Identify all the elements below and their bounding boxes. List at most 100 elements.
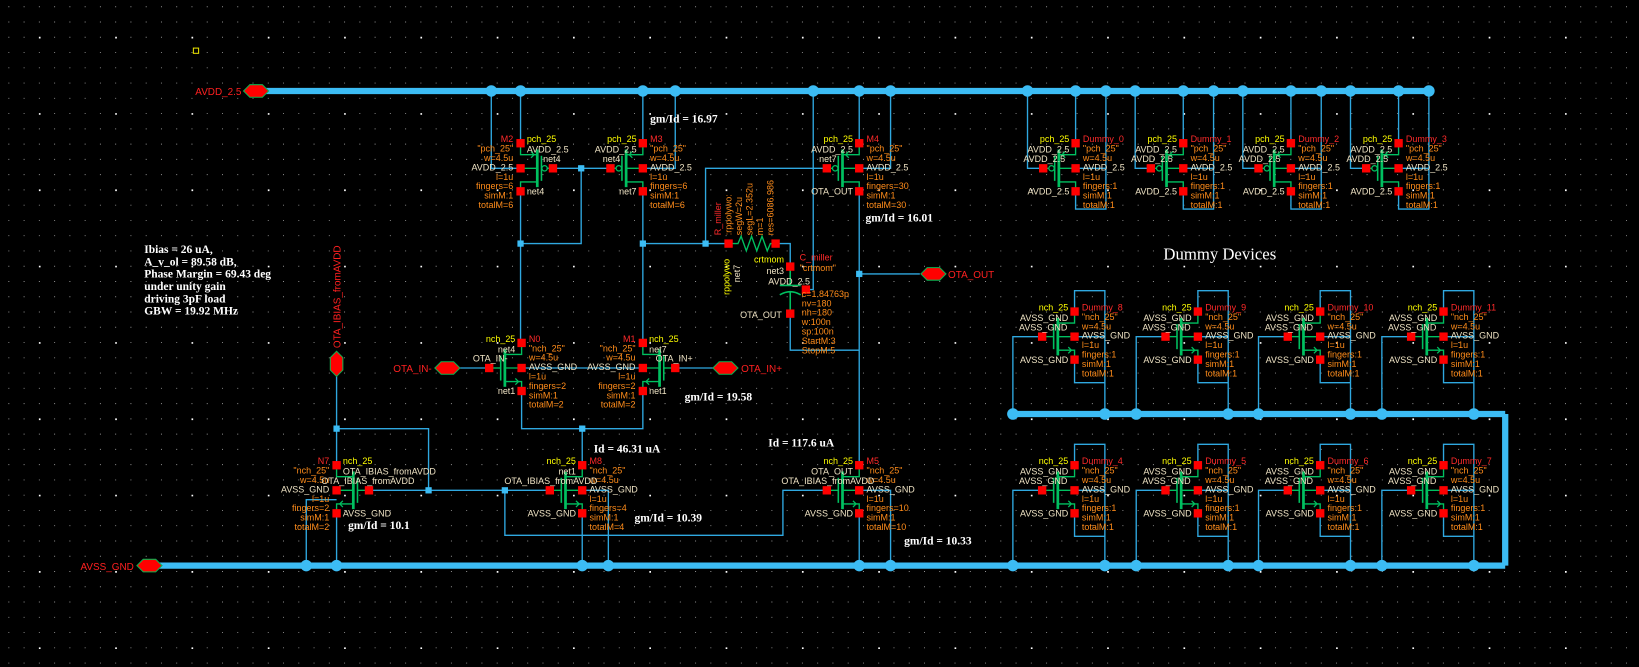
pin-square[interactable]	[1394, 139, 1403, 148]
pin-square[interactable]	[771, 239, 780, 248]
pin-square[interactable]	[1283, 486, 1292, 495]
pin-square[interactable]	[364, 486, 374, 495]
pin-square[interactable]	[638, 338, 648, 348]
pin-square[interactable]	[1161, 486, 1170, 495]
pin-square[interactable]	[855, 486, 864, 495]
pin-square[interactable]	[1439, 355, 1448, 364]
pin-square[interactable]	[1179, 139, 1188, 148]
pin-square[interactable]	[1070, 461, 1079, 470]
pin-square[interactable]	[822, 164, 831, 173]
wire[interactable]	[1257, 335, 1289, 414]
pin-square[interactable]	[606, 164, 615, 173]
pin-square[interactable]	[724, 239, 733, 248]
schematic-canvas[interactable]: M2"pch_25"w=4.5uAVDD_2.5l=1ufingers=6sim…	[0, 0, 1639, 667]
pin-square[interactable]	[485, 363, 494, 373]
wire[interactable]	[1012, 335, 1044, 414]
pin-square[interactable]	[1439, 332, 1448, 341]
pin-square[interactable]	[1071, 164, 1080, 173]
pin-square[interactable]	[1286, 187, 1296, 196]
pin-square[interactable]	[1406, 332, 1416, 341]
pin-ota-out[interactable]	[920, 267, 947, 281]
pin-square[interactable]	[855, 509, 864, 518]
pin-square[interactable]	[548, 164, 558, 173]
pin-square[interactable]	[1179, 164, 1188, 173]
pin-square[interactable]	[332, 486, 341, 495]
pin-square[interactable]	[638, 187, 648, 196]
pin-square[interactable]	[855, 461, 864, 470]
wire[interactable]	[1381, 335, 1413, 414]
pin-square[interactable]	[1362, 164, 1371, 173]
pin-square[interactable]	[1039, 164, 1048, 173]
pin-square[interactable]	[517, 338, 526, 348]
pin-square[interactable]	[1193, 486, 1203, 495]
pin-square[interactable]	[1316, 355, 1325, 364]
pin-square[interactable]	[855, 164, 864, 173]
pin-square[interactable]	[1439, 486, 1448, 495]
pin-square[interactable]	[1070, 332, 1079, 341]
pin-square[interactable]	[1193, 509, 1203, 518]
pin-square[interactable]	[1146, 164, 1156, 173]
pin-square[interactable]	[516, 187, 525, 196]
pin-square[interactable]	[578, 509, 587, 518]
pin-square[interactable]	[786, 309, 795, 318]
wire[interactable]	[1381, 489, 1413, 566]
pin-ota-in-plus[interactable]	[712, 361, 739, 375]
pin-square[interactable]	[332, 509, 341, 518]
pin-square[interactable]	[1394, 187, 1403, 196]
pin-square[interactable]	[638, 139, 648, 148]
pin-square[interactable]	[1037, 332, 1047, 341]
wire[interactable]	[1135, 335, 1167, 414]
pin-square[interactable]	[1161, 332, 1170, 341]
pin-square[interactable]	[1283, 332, 1292, 341]
resistor-r-miller[interactable]	[724, 234, 780, 253]
pin-square[interactable]	[1316, 486, 1325, 495]
wire[interactable]	[1012, 489, 1044, 566]
pin-square[interactable]	[638, 386, 648, 396]
pin-square[interactable]	[1070, 355, 1079, 364]
pin-square[interactable]	[638, 164, 648, 173]
pin-square[interactable]	[671, 363, 680, 373]
pin-square[interactable]	[1179, 187, 1188, 196]
pin-square[interactable]	[855, 187, 864, 196]
pin-square[interactable]	[1037, 486, 1047, 495]
pin-square[interactable]	[1071, 139, 1080, 148]
pin-square[interactable]	[1394, 164, 1403, 173]
pin-square[interactable]	[517, 386, 526, 396]
pin-square[interactable]	[822, 486, 831, 495]
pin-square[interactable]	[1070, 486, 1079, 495]
pin-square[interactable]	[516, 139, 525, 148]
pin-square[interactable]	[517, 363, 526, 373]
pin-square[interactable]	[1070, 307, 1079, 316]
pin-square[interactable]	[786, 262, 795, 271]
pin-square[interactable]	[545, 486, 554, 495]
pin-square[interactable]	[855, 139, 864, 148]
pin-square[interactable]	[1316, 307, 1325, 316]
pin-square[interactable]	[1193, 307, 1203, 316]
pin-ota-ibias[interactable]	[329, 350, 344, 378]
wire[interactable]	[1135, 489, 1167, 566]
pin-square[interactable]	[1193, 332, 1203, 341]
pin-square[interactable]	[1316, 332, 1325, 341]
pin-square[interactable]	[1070, 509, 1079, 518]
pin-square[interactable]	[1316, 461, 1325, 470]
pin-square[interactable]	[1439, 461, 1448, 470]
pin-square[interactable]	[1254, 164, 1263, 173]
pin-square[interactable]	[1316, 509, 1325, 518]
pin-square[interactable]	[1071, 187, 1080, 196]
pin-avss[interactable]	[136, 558, 163, 573]
pin-square[interactable]	[1286, 164, 1296, 173]
pin-square[interactable]	[516, 164, 525, 173]
pin-avdd[interactable]	[242, 84, 270, 98]
pin-square[interactable]	[638, 363, 648, 373]
pin-square[interactable]	[578, 486, 587, 495]
pin-square[interactable]	[332, 461, 341, 470]
pin-square[interactable]	[1193, 461, 1203, 470]
pin-square[interactable]	[1193, 355, 1203, 364]
pin-square[interactable]	[1286, 139, 1296, 148]
wire[interactable]	[520, 168, 582, 245]
wire[interactable]	[1257, 489, 1289, 566]
pin-square[interactable]	[1439, 509, 1448, 518]
pin-square[interactable]	[1406, 486, 1416, 495]
pin-ota-in-minus[interactable]	[434, 361, 461, 375]
pin-square[interactable]	[1439, 307, 1448, 316]
